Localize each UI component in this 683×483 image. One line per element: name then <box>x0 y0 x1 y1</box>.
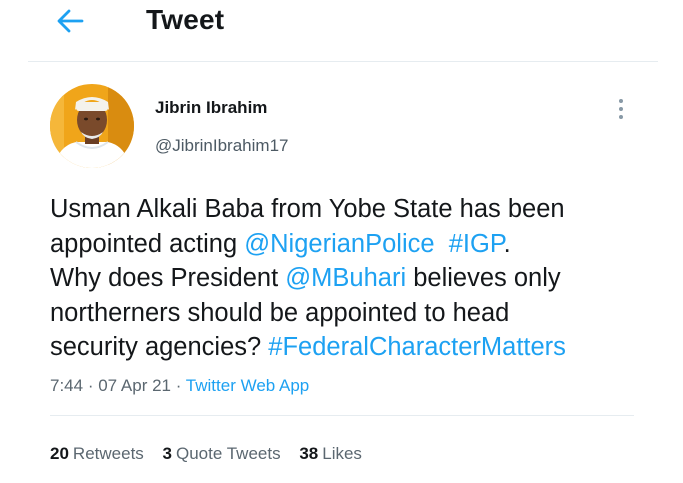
tweet-meta: 7:44 · 07 Apr 21 · Twitter Web App <box>50 376 309 396</box>
tweet-text-segment: believes only <box>406 264 561 292</box>
header-divider <box>28 61 658 62</box>
tweet-line: Why does President @MBuhari believes onl… <box>50 261 650 296</box>
mention-nigerianpolice[interactable]: @NigerianPolice <box>244 230 434 258</box>
meta-separator: · <box>170 376 186 395</box>
more-options-button[interactable] <box>612 96 630 122</box>
page-title: Tweet <box>146 4 225 35</box>
tweet-line: Usman Alkali Baba from Yobe State has be… <box>50 192 650 227</box>
quote-tweets-label: Quote Tweets <box>176 444 281 463</box>
tweet-text: Usman Alkali Baba from Yobe State has be… <box>50 192 650 365</box>
tweet-line: security agencies? #FederalCharacterMatt… <box>50 330 650 365</box>
likes-stat[interactable]: 38 Likes <box>299 444 362 464</box>
meta-separator: · <box>83 376 99 395</box>
more-vertical-icon <box>612 99 630 126</box>
tweet-text-segment: security agencies? <box>50 333 269 361</box>
tweet-stats: 20 Retweets 3 Quote Tweets 38 Likes <box>50 444 376 464</box>
author-name[interactable]: Jibrin Ibrahim <box>155 98 267 118</box>
quote-tweets-count: 3 <box>162 444 172 463</box>
tweet-line: appointed acting @NigerianPolice #IGP. <box>50 227 650 262</box>
tweet-source-link[interactable]: Twitter Web App <box>186 376 309 395</box>
retweets-label: Retweets <box>72 444 144 463</box>
hashtag-federalcharactermatters[interactable]: #FederalCharacterMatters <box>268 333 566 361</box>
tweet-time: 7:44 <box>50 376 84 395</box>
mention-mbuhari[interactable]: @MBuhari <box>285 264 406 292</box>
arrow-left-icon <box>52 6 88 36</box>
avatar[interactable] <box>50 84 134 168</box>
tweet-line: northerners should be appointed to head <box>50 296 650 331</box>
retweets-count: 20 <box>50 444 69 463</box>
retweets-stat[interactable]: 20 Retweets <box>50 444 144 464</box>
tweet-text-segment: appointed acting <box>50 229 245 258</box>
tweet-text-segment: . <box>503 229 511 258</box>
author-handle[interactable]: @JibrinIbrahim17 <box>155 136 288 156</box>
tweet-text-segment: Usman Alkali Baba from Yobe State has be… <box>50 195 565 223</box>
back-button[interactable] <box>52 6 88 36</box>
likes-label: Likes <box>322 444 362 463</box>
likes-count: 38 <box>299 444 319 463</box>
quote-tweets-stat[interactable]: 3 Quote Tweets <box>163 444 281 464</box>
tweet-text-segment: northerners should be appointed to head <box>50 298 510 327</box>
tweet-text-segment: Why does President <box>50 264 286 292</box>
tweet-detail-screen: Tweet Jibrin Ibrahim @JibrinIbrahim17 Us… <box>0 0 683 483</box>
hashtag-igp[interactable]: #IGP <box>449 230 504 258</box>
top-bar: Tweet <box>0 0 683 62</box>
tweet-date: 07 Apr 21 <box>98 376 171 395</box>
meta-divider <box>50 415 634 416</box>
